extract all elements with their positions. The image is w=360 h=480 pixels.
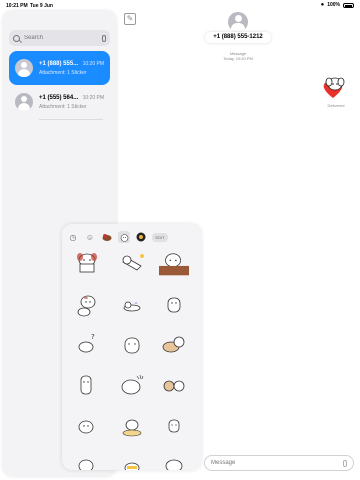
contact-name[interactable]: +1 (888) 555-1212 — [205, 32, 271, 43]
microphone-icon[interactable] — [102, 34, 106, 42]
dog-round-sticker[interactable] — [117, 370, 147, 400]
dog-bottom-2-sticker[interactable] — [117, 454, 147, 470]
dog-walking-sticker[interactable] — [72, 412, 102, 442]
conversation-name: +1 (888) 555... — [39, 60, 79, 67]
battery-icon — [343, 2, 354, 8]
dog-on-wall-sticker[interactable] — [159, 250, 189, 280]
dog-curled-sticker[interactable] — [159, 330, 189, 360]
status-time: 10:21 PM — [6, 3, 28, 9]
sticker-tabs: ◷ ☺ EDIT — [67, 230, 196, 244]
dog-sitting-sticker[interactable] — [117, 330, 147, 360]
delivery-status: Delivered — [327, 103, 345, 108]
conversation-item[interactable]: +1 (888) 555... 10:20 PM Attachment: 1 S… — [9, 51, 110, 85]
recents-icon[interactable]: ◷ — [67, 231, 79, 243]
search-input[interactable] — [24, 35, 102, 41]
dog-wave-sticker[interactable] — [159, 412, 189, 442]
contact-avatar[interactable] — [228, 12, 248, 32]
conversation-preview: Attachment: 1 Sticker — [39, 69, 87, 76]
dog-bottom-3-sticker[interactable] — [159, 454, 189, 470]
search-bar[interactable] — [9, 30, 110, 46]
dog-peeking-sticker[interactable] — [72, 250, 102, 280]
dog-sleeping-sticker[interactable] — [117, 250, 147, 280]
sticker-drawer: ◷ ☺ EDIT ? — [62, 224, 201, 470]
list-divider — [39, 119, 103, 120]
sticker-pack-brown-icon[interactable] — [101, 231, 113, 243]
wifi-icon: ● — [320, 2, 325, 8]
svg-text:?: ? — [91, 333, 95, 341]
avatar — [15, 93, 33, 111]
heart-dog-sticker[interactable] — [320, 76, 346, 102]
dog-standing-sticker[interactable] — [159, 290, 189, 320]
conversation-preview: Attachment: 1 Sticker — [39, 103, 87, 110]
conversation-name: +1 (555) 564... — [39, 94, 79, 101]
dog-tall-sticker[interactable] — [72, 370, 102, 400]
microphone-icon[interactable] — [343, 459, 347, 467]
conversation-time: 10:20 PM — [82, 60, 104, 67]
status-indicators: ● 100% — [321, 2, 354, 8]
dog-pair-sticker[interactable] — [159, 370, 189, 400]
avatar — [15, 59, 33, 77]
sticker-pack-black-icon[interactable] — [135, 231, 147, 243]
sticker-pack-dog-icon[interactable] — [118, 231, 130, 243]
conversation-item[interactable]: +1 (555) 564... 10:20 PM Attachment: 1 S… — [9, 85, 110, 119]
dog-question-sticker[interactable]: ? — [72, 330, 102, 360]
message-field[interactable] — [204, 455, 354, 471]
message-timestamp: Today, 10:20 PM — [223, 56, 253, 61]
search-icon — [13, 34, 20, 42]
status-date: Tue 9 Jun — [30, 3, 53, 9]
compose-icon[interactable]: ✎ — [124, 13, 136, 25]
battery-percent: 100% — [327, 2, 340, 8]
dog-bowl-sticker[interactable] — [117, 412, 147, 442]
dog-pointing-sticker[interactable] — [72, 290, 102, 320]
conversation-time: 10:20 PM — [82, 94, 104, 101]
dog-bottom-1-sticker[interactable] — [72, 454, 102, 470]
dog-lying-sticker[interactable] — [117, 290, 147, 320]
edit-button[interactable]: EDIT — [152, 232, 168, 242]
message-input[interactable] — [211, 460, 343, 466]
emoji-icon[interactable]: ☺ — [84, 231, 96, 243]
